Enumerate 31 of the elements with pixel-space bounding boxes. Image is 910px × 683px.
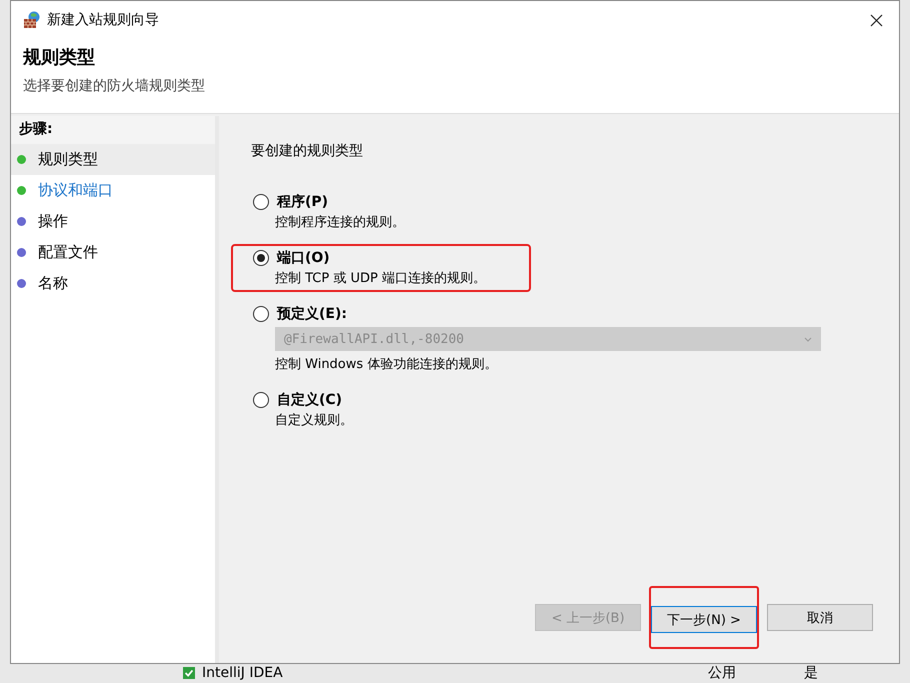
window-title: 新建入站规则向导	[47, 11, 160, 29]
rule-name: IntelliJ IDEA	[202, 665, 284, 681]
profile-text: 公用	[708, 665, 737, 681]
step-item[interactable]: 名称	[11, 268, 215, 299]
checkmark-icon	[182, 667, 196, 679]
option-description: 控制 TCP 或 UDP 端口连接的规则。	[275, 270, 487, 287]
step-item[interactable]: 规则类型	[11, 144, 215, 175]
option-description: 自定义规则。	[275, 412, 354, 429]
option-label[interactable]: 预定义(E):	[277, 305, 347, 323]
prompt-text: 要创建的规则类型	[251, 142, 364, 160]
page-subtitle: 选择要创建的防火墙规则类型	[23, 77, 206, 95]
firewall-icon	[23, 11, 41, 29]
enabled-text: 是	[804, 665, 818, 681]
option-label[interactable]: 自定义(C)	[277, 391, 342, 409]
radio-button[interactable]	[253, 194, 269, 210]
step-item[interactable]: 操作	[11, 206, 215, 237]
radio-button[interactable]	[253, 392, 269, 408]
radio-button[interactable]	[253, 306, 269, 322]
chevron-down-icon	[804, 336, 812, 342]
step-item[interactable]: 配置文件	[11, 237, 215, 268]
option-description: 控制 Windows 体验功能连接的规则。	[275, 356, 498, 373]
radio-button[interactable]	[253, 250, 269, 266]
option-label[interactable]: 端口(O)	[277, 249, 330, 267]
close-icon[interactable]	[870, 14, 883, 26]
wizard-button[interactable]: 下一步(N) >	[651, 606, 757, 633]
option-description: 控制程序连接的规则。	[275, 214, 406, 231]
wizard-button[interactable]: 取消	[767, 604, 873, 631]
option-label[interactable]: 程序(P)	[277, 193, 328, 211]
page-heading: 规则类型	[23, 46, 96, 69]
steps-heading: 步骤:	[11, 116, 215, 144]
step-item[interactable]: 协议和端口	[11, 175, 215, 206]
